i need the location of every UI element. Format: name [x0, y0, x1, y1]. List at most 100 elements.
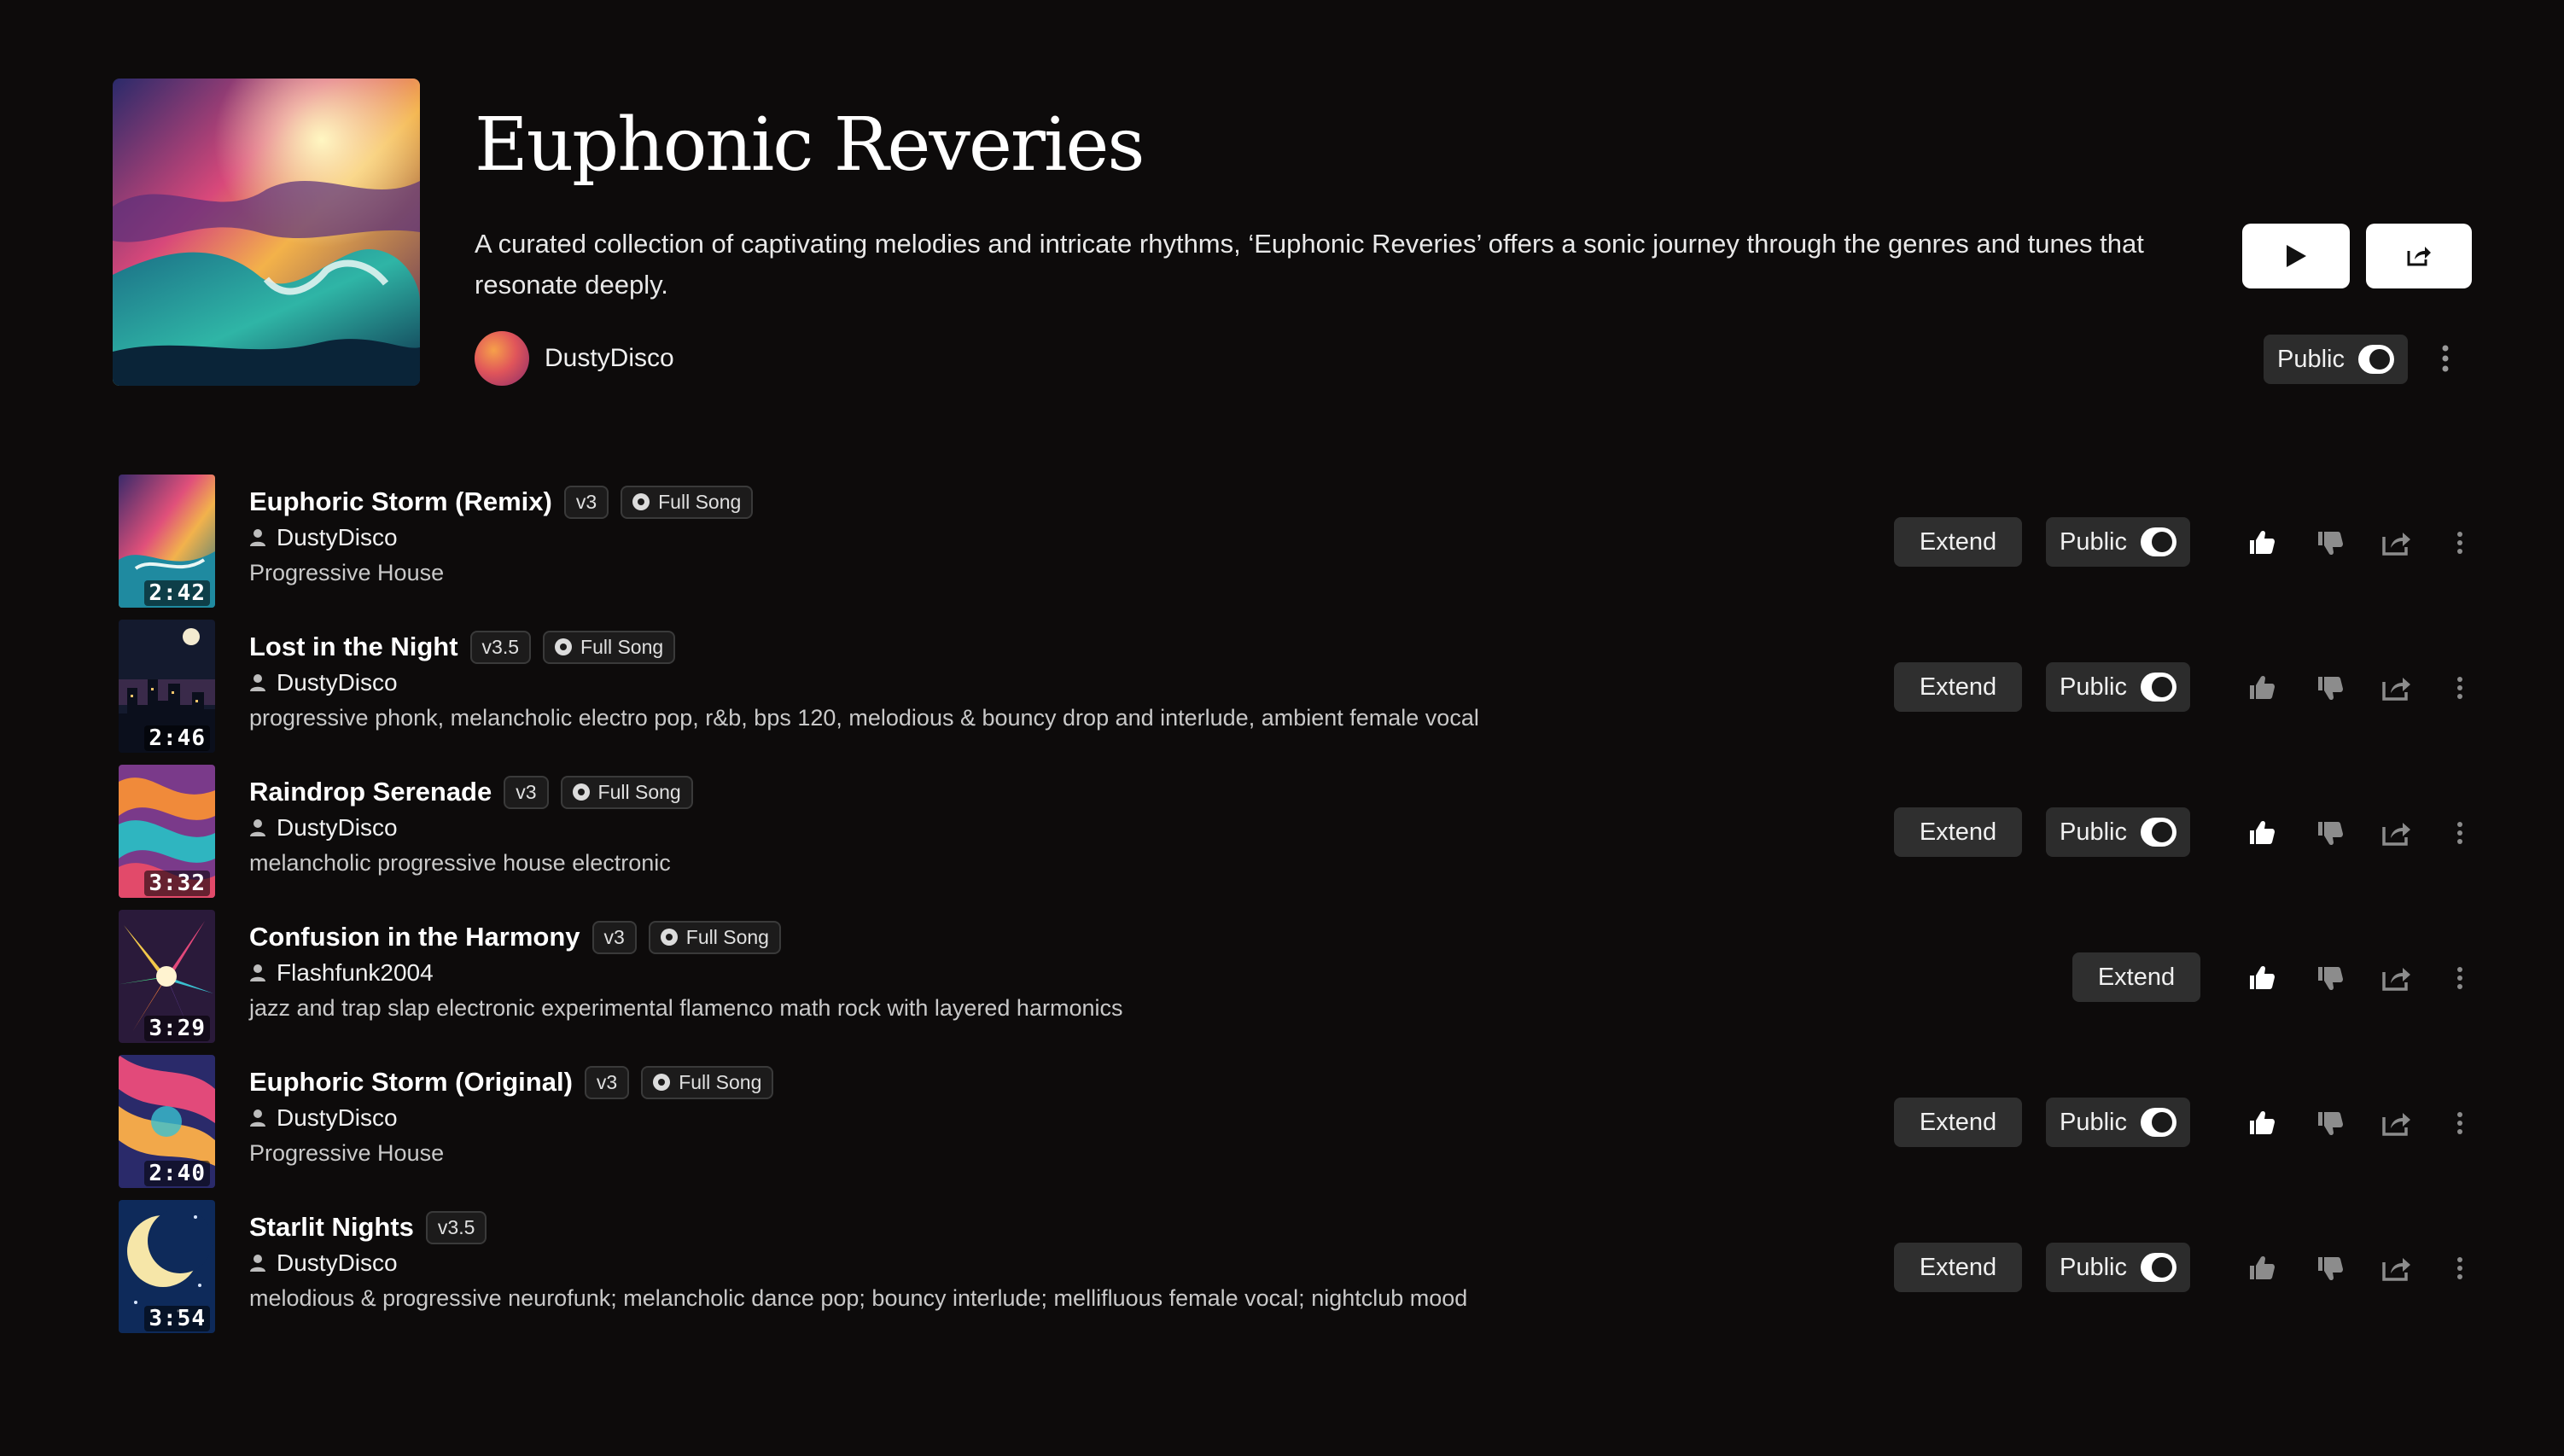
like-button[interactable] [2245, 963, 2279, 993]
song-duration: 3:54 [144, 1306, 210, 1331]
song-title-line: Raindrop Serenade v3 Full Song [249, 773, 693, 811]
song-more-button[interactable] [2443, 527, 2477, 558]
song-thumbnail[interactable]: 3:32 [119, 765, 215, 898]
visibility-switch[interactable] [2358, 345, 2394, 374]
user-icon [250, 819, 265, 836]
song-title[interactable]: Confusion in the Harmony [249, 922, 580, 952]
extend-button[interactable]: Extend [1894, 662, 2022, 712]
song-author-name[interactable]: DustyDisco [277, 814, 398, 842]
song-row[interactable]: 2:40 Euphoric Storm (Original) v3 Full So… [0, 1055, 2564, 1190]
song-visibility-toggle[interactable]: Public [2046, 662, 2190, 712]
share-song-button[interactable] [2380, 673, 2414, 703]
song-type-label: Full Song [658, 490, 742, 513]
song-author-name[interactable]: Flashfunk2004 [277, 959, 434, 987]
thumbs-down-icon [2318, 822, 2343, 846]
song-author-name[interactable]: DustyDisco [277, 524, 398, 551]
playlist-cover [113, 79, 420, 386]
extend-button[interactable]: Extend [1894, 807, 2022, 857]
creator-avatar[interactable] [475, 331, 529, 386]
playlist-creator[interactable]: DustyDisco [475, 331, 674, 386]
song-title[interactable]: Euphoric Storm (Remix) [249, 486, 552, 517]
song-more-button[interactable] [2443, 1108, 2477, 1139]
song-title-line: Confusion in the Harmony v3 Full Song [249, 918, 781, 956]
song-author[interactable]: DustyDisco [249, 1104, 398, 1132]
song-title[interactable]: Starlit Nights [249, 1212, 414, 1243]
play-button[interactable] [2242, 224, 2350, 288]
song-visibility-toggle[interactable]: Public [2046, 1243, 2190, 1292]
dislike-button[interactable] [2313, 673, 2347, 703]
disc-icon [660, 929, 678, 946]
song-title[interactable]: Lost in the Night [249, 632, 458, 662]
playlist-visibility-toggle[interactable]: Public [2264, 335, 2408, 384]
share-song-button[interactable] [2380, 963, 2414, 993]
thumbs-down-icon [2318, 967, 2343, 991]
share-song-button[interactable] [2380, 1108, 2414, 1139]
user-icon [250, 1109, 265, 1127]
share-song-button[interactable] [2380, 527, 2414, 558]
song-author[interactable]: DustyDisco [249, 1249, 398, 1277]
song-thumbnail[interactable]: 2:46 [119, 620, 215, 753]
visibility-label: Public [2060, 527, 2127, 556]
like-button[interactable] [2245, 818, 2279, 848]
visibility-switch[interactable] [2141, 673, 2176, 702]
version-label: v3 [575, 490, 597, 513]
song-style-tags: progressive phonk, melancholic electro p… [249, 705, 1479, 731]
visibility-switch[interactable] [2141, 1108, 2176, 1137]
visibility-switch[interactable] [2141, 527, 2176, 556]
song-visibility-toggle[interactable]: Public [2046, 807, 2190, 857]
song-row[interactable]: 3:32 Raindrop Serenade v3 Full Song Dusty… [0, 765, 2564, 900]
song-more-button[interactable] [2443, 1253, 2477, 1284]
song-row[interactable]: 2:42 Euphoric Storm (Remix) v3 Full Song … [0, 475, 2564, 609]
song-author[interactable]: DustyDisco [249, 669, 398, 696]
playlist-more-button[interactable] [2433, 341, 2458, 376]
user-icon [250, 964, 265, 981]
song-thumbnail[interactable]: 3:54 [119, 1200, 215, 1333]
play-icon [2287, 245, 2306, 267]
song-thumbnail[interactable]: 3:29 [119, 910, 215, 1043]
song-title[interactable]: Raindrop Serenade [249, 777, 492, 807]
dislike-button[interactable] [2313, 1108, 2347, 1139]
like-button[interactable] [2245, 1108, 2279, 1139]
dislike-button[interactable] [2313, 527, 2347, 558]
visibility-switch[interactable] [2141, 1253, 2176, 1282]
version-label: v3 [596, 1070, 618, 1093]
extend-button[interactable]: Extend [1894, 1098, 2022, 1147]
song-author[interactable]: Flashfunk2004 [249, 959, 434, 987]
share-playlist-button[interactable] [2366, 224, 2472, 288]
share-song-button[interactable] [2380, 1253, 2414, 1284]
visibility-switch[interactable] [2141, 818, 2176, 847]
song-thumbnail[interactable]: 2:40 [119, 1055, 215, 1188]
song-type-label: Full Song [597, 780, 681, 803]
song-thumbnail[interactable]: 2:42 [119, 475, 215, 608]
dislike-button[interactable] [2313, 818, 2347, 848]
song-visibility-toggle[interactable]: Public [2046, 1098, 2190, 1147]
song-visibility-toggle[interactable]: Public [2046, 517, 2190, 567]
song-more-button[interactable] [2443, 963, 2477, 993]
song-row[interactable]: 3:29 Confusion in the Harmony v3 Full Son… [0, 910, 2564, 1045]
song-style-tags: melodious & progressive neurofunk; melan… [249, 1285, 1468, 1311]
extend-button[interactable]: Extend [2072, 952, 2200, 1002]
song-author-name[interactable]: DustyDisco [277, 1104, 398, 1132]
playlist-title: Euphonic Reveries [475, 102, 1145, 188]
song-author-name[interactable]: DustyDisco [277, 669, 398, 696]
song-author[interactable]: DustyDisco [249, 524, 398, 551]
like-button[interactable] [2245, 673, 2279, 703]
version-badge: v3 [563, 485, 609, 519]
version-badge: v3 [591, 920, 637, 954]
dislike-button[interactable] [2313, 1253, 2347, 1284]
song-author-name[interactable]: DustyDisco [277, 1249, 398, 1277]
song-author[interactable]: DustyDisco [249, 814, 398, 842]
song-row[interactable]: 3:54 Starlit Nights v3.5 DustyDisco melo… [0, 1200, 2564, 1335]
dislike-button[interactable] [2313, 963, 2347, 993]
song-row[interactable]: 2:46 Lost in the Night v3.5 Full Song Dus… [0, 620, 2564, 754]
like-button[interactable] [2245, 1253, 2279, 1284]
share-song-button[interactable] [2380, 818, 2414, 848]
song-more-button[interactable] [2443, 818, 2477, 848]
extend-button[interactable]: Extend [1894, 1243, 2022, 1292]
disc-icon [632, 493, 650, 510]
song-title[interactable]: Euphoric Storm (Original) [249, 1067, 573, 1098]
song-more-button[interactable] [2443, 673, 2477, 703]
like-button[interactable] [2245, 527, 2279, 558]
creator-name[interactable]: DustyDisco [545, 344, 674, 373]
extend-button[interactable]: Extend [1894, 517, 2022, 567]
